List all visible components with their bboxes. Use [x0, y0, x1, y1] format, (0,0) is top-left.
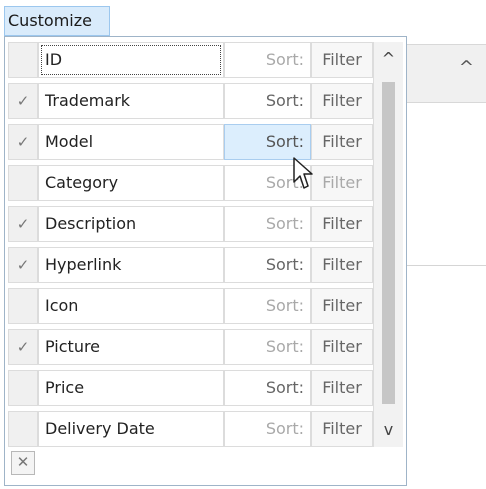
- field-row: ✓ Picture Sort: Filter: [8, 329, 373, 365]
- field-row: Delivery Date Sort: Filter: [8, 411, 373, 447]
- checkmark-icon: ✓: [16, 92, 30, 110]
- close-icon: ✕: [16, 453, 30, 471]
- filter-button[interactable]: Filter: [311, 370, 373, 406]
- field-visible-checkbox[interactable]: [8, 288, 38, 324]
- field-name[interactable]: Icon: [38, 288, 224, 324]
- field-row: ✓ Hyperlink Sort: Filter: [8, 247, 373, 283]
- sort-button[interactable]: Sort:: [224, 288, 311, 324]
- customize-button[interactable]: Customize: [4, 6, 110, 36]
- checkmark-icon: ✓: [16, 338, 30, 356]
- scroll-thumb[interactable]: [382, 82, 395, 404]
- field-name[interactable]: Price: [38, 370, 224, 406]
- field-visible-checkbox[interactable]: ✓: [8, 83, 38, 119]
- field-visible-checkbox[interactable]: [8, 370, 38, 406]
- field-name[interactable]: Model: [38, 124, 224, 160]
- field-visible-checkbox[interactable]: ✓: [8, 329, 38, 365]
- sort-button[interactable]: Sort:: [224, 247, 311, 283]
- filter-button[interactable]: Filter: [311, 411, 373, 447]
- sort-button[interactable]: Sort:: [224, 206, 311, 242]
- field-name[interactable]: Trademark: [38, 83, 224, 119]
- sort-button[interactable]: Sort:: [224, 42, 311, 78]
- field-visible-checkbox[interactable]: [8, 165, 38, 201]
- checkmark-icon: ✓: [16, 133, 30, 151]
- field-visible-checkbox[interactable]: [8, 42, 38, 78]
- field-row: Icon Sort: Filter: [8, 288, 373, 324]
- field-row: ✓ Trademark Sort: Filter: [8, 83, 373, 119]
- filter-button[interactable]: Filter: [311, 42, 373, 78]
- sort-button[interactable]: Sort:: [224, 83, 311, 119]
- field-row: Category Sort: Filter: [8, 165, 373, 201]
- sort-button[interactable]: Sort:: [224, 124, 311, 160]
- sort-button[interactable]: Sort:: [224, 370, 311, 406]
- field-visible-checkbox[interactable]: ✓: [8, 247, 38, 283]
- column-chooser-popup: ID Sort: Filter ✓ Trademark Sort: Filter ✓ Model…: [4, 36, 407, 486]
- field-row: ✓ Description Sort: Filter: [8, 206, 373, 242]
- filter-button[interactable]: Filter: [311, 247, 373, 283]
- field-visible-checkbox[interactable]: [8, 411, 38, 447]
- field-row: ✓ Model Sort: Filter: [8, 124, 373, 160]
- scroll-down-icon[interactable]: v: [374, 413, 403, 447]
- field-name[interactable]: Delivery Date: [38, 411, 224, 447]
- sort-button[interactable]: Sort:: [224, 329, 311, 365]
- field-name[interactable]: Description: [38, 206, 224, 242]
- checkmark-icon: ✓: [16, 256, 30, 274]
- filter-button[interactable]: Filter: [311, 165, 373, 201]
- filter-button[interactable]: Filter: [311, 206, 373, 242]
- field-list: ID Sort: Filter ✓ Trademark Sort: Filter ✓ Model…: [8, 42, 373, 447]
- checkmark-icon: ✓: [16, 215, 30, 233]
- grid-header-area: ^: [404, 44, 486, 103]
- field-row: ID Sort: Filter: [8, 42, 373, 78]
- filter-button[interactable]: Filter: [311, 83, 373, 119]
- field-name[interactable]: ID: [38, 42, 224, 78]
- field-row: Price Sort: Filter: [8, 370, 373, 406]
- field-name[interactable]: Category: [38, 165, 224, 201]
- field-visible-checkbox[interactable]: ✓: [8, 206, 38, 242]
- grid-divider: [404, 265, 486, 266]
- field-visible-checkbox[interactable]: ✓: [8, 124, 38, 160]
- chevron-up-icon[interactable]: ^: [459, 57, 474, 78]
- mouse-cursor-icon: [293, 157, 313, 189]
- field-name[interactable]: Hyperlink: [38, 247, 224, 283]
- filter-button[interactable]: Filter: [311, 124, 373, 160]
- field-list-scrollbar[interactable]: ^ v: [373, 42, 403, 447]
- field-name[interactable]: Picture: [38, 329, 224, 365]
- filter-button[interactable]: Filter: [311, 288, 373, 324]
- close-button[interactable]: ✕: [11, 451, 35, 475]
- scroll-up-icon[interactable]: ^: [374, 42, 403, 76]
- sort-button[interactable]: Sort:: [224, 411, 311, 447]
- filter-button[interactable]: Filter: [311, 329, 373, 365]
